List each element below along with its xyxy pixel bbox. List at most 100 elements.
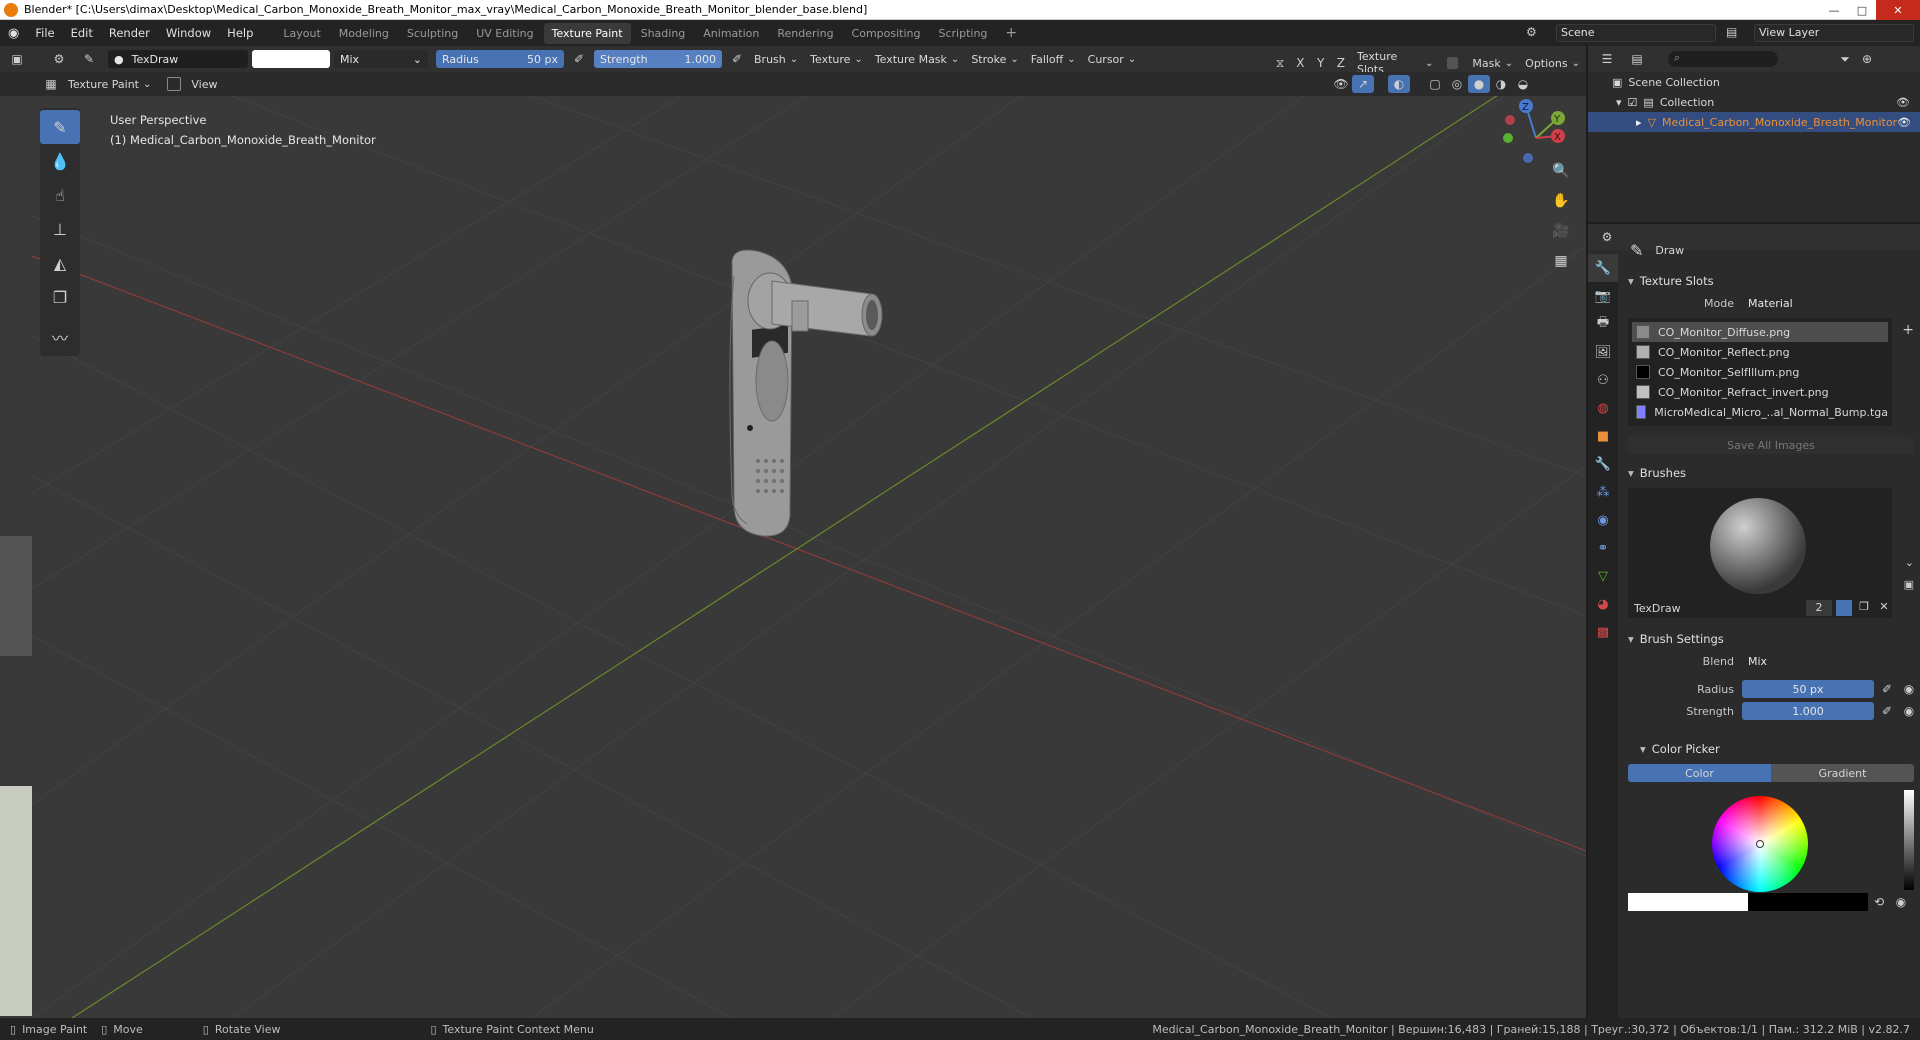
strength-unit-icon[interactable]: ◉ bbox=[1898, 702, 1920, 720]
minimize-button[interactable]: — bbox=[1820, 0, 1848, 20]
new-collection-icon[interactable]: ⊕ bbox=[1856, 50, 1878, 68]
scene-selector[interactable]: Scene bbox=[1556, 24, 1716, 42]
texture-mask-menu[interactable]: Texture Mask bbox=[869, 53, 966, 66]
data-tab-icon[interactable]: ▽ bbox=[1588, 562, 1618, 590]
blend-select[interactable]: Mix bbox=[1742, 652, 1914, 670]
texture-menu[interactable]: Texture bbox=[804, 53, 869, 66]
wireframe-shading-icon[interactable]: ◎ bbox=[1446, 75, 1468, 93]
radius-pressure-icon[interactable]: ✐ bbox=[568, 50, 590, 68]
brush-preview-box[interactable]: TexDraw 2 ❐ ✕ bbox=[1628, 488, 1892, 618]
tab-shading[interactable]: Shading bbox=[633, 23, 694, 44]
tab-sculpting[interactable]: Sculpting bbox=[399, 23, 466, 44]
rendered-shading-icon[interactable]: ◒ bbox=[1512, 75, 1534, 93]
maximize-button[interactable]: □ bbox=[1848, 0, 1876, 20]
filter-icon[interactable]: ⏷ bbox=[1834, 50, 1856, 68]
duplicate-brush-icon[interactable]: ❐ bbox=[1856, 600, 1872, 616]
tab-rendering[interactable]: Rendering bbox=[769, 23, 841, 44]
texture-slot[interactable]: CO_Monitor_Refract_invert.png bbox=[1632, 382, 1888, 402]
scene-tab-icon[interactable]: ⚇ bbox=[1588, 366, 1618, 394]
view-layer-icon[interactable]: ▤ bbox=[1726, 25, 1737, 39]
secondary-color-swatch[interactable] bbox=[1748, 893, 1868, 911]
blender-menu-icon[interactable]: ◉ bbox=[0, 26, 27, 41]
strength-slider[interactable]: Strength 1.000 bbox=[594, 50, 722, 68]
3d-viewport[interactable]: Z Y X 🔍 ✋ 🎥 ▦ bbox=[32, 96, 1586, 1018]
axis-x-toggle[interactable]: X bbox=[1290, 54, 1310, 72]
axis-z-toggle[interactable]: Z bbox=[1331, 54, 1351, 72]
menu-window[interactable]: Window bbox=[158, 26, 219, 40]
brush-name-field[interactable]: TexDraw bbox=[1634, 602, 1681, 615]
brush-dropdown-icon[interactable]: ⌄ bbox=[1905, 556, 1914, 569]
material-shading-icon[interactable]: ◑ bbox=[1490, 75, 1512, 93]
physics-tab-icon[interactable]: ◉ bbox=[1588, 506, 1618, 534]
object-row[interactable]: ▸ ▽ Medical_Carbon_Monoxide_Breath_Monit… bbox=[1588, 112, 1920, 132]
xray-icon[interactable]: ▢ bbox=[1424, 75, 1446, 93]
draw-brush-tool-icon[interactable]: ✎ bbox=[40, 110, 80, 144]
mode-selector[interactable]: Texture Paint bbox=[62, 78, 157, 91]
material-tab-icon[interactable]: ◕ bbox=[1588, 590, 1618, 618]
soften-tool-icon[interactable]: 💧 bbox=[40, 144, 80, 178]
tab-texture-paint[interactable]: Texture Paint bbox=[543, 22, 631, 44]
outliner-editor-icon[interactable]: ☰ bbox=[1596, 50, 1618, 68]
value-slider[interactable] bbox=[1904, 790, 1914, 890]
mask-tool-icon[interactable]: ❐ bbox=[40, 280, 80, 314]
tab-modeling[interactable]: Modeling bbox=[331, 23, 397, 44]
texture-slots-header[interactable]: Texture Slots bbox=[1622, 270, 1920, 292]
texture-slot[interactable]: CO_Monitor_Reflect.png bbox=[1632, 342, 1888, 362]
render-tab-icon[interactable]: 📷 bbox=[1588, 282, 1618, 310]
tab-layout[interactable]: Layout bbox=[275, 23, 328, 44]
falloff-menu[interactable]: Falloff bbox=[1025, 53, 1082, 66]
collection-row[interactable]: ▾ ☑ ▤ Collection 👁 bbox=[1588, 92, 1920, 112]
menu-file[interactable]: File bbox=[27, 26, 62, 40]
fake-user-shield-icon[interactable] bbox=[1836, 600, 1852, 616]
menu-help[interactable]: Help bbox=[219, 26, 261, 40]
view-layer-tab-icon[interactable]: 🖼 bbox=[1588, 338, 1618, 366]
expand-arrow-icon[interactable]: ▾ bbox=[1616, 96, 1622, 109]
strength-pressure-icon[interactable]: ✐ bbox=[1876, 702, 1898, 720]
scene-icon[interactable]: ⚙ bbox=[1526, 25, 1537, 39]
texture-slot[interactable]: CO_Monitor_Diffuse.png bbox=[1632, 322, 1888, 342]
fill-tool-icon[interactable]: ◭ bbox=[40, 246, 80, 280]
collection-checkbox-icon[interactable]: ☑ bbox=[1628, 96, 1638, 109]
tab-compositing[interactable]: Compositing bbox=[844, 23, 929, 44]
display-mode-icon[interactable]: ▤ bbox=[1626, 50, 1648, 68]
close-button[interactable]: ✕ bbox=[1876, 0, 1920, 20]
tool-settings-icon[interactable]: ⚙ bbox=[48, 50, 70, 68]
camera-icon[interactable]: 🎥 bbox=[1548, 218, 1574, 244]
tool-tab-icon[interactable]: 🔧 bbox=[1588, 254, 1618, 282]
annotate-tool-icon[interactable]: 〰 bbox=[40, 320, 80, 354]
view-menu[interactable]: View bbox=[191, 78, 217, 91]
object-tab-icon[interactable]: ■ bbox=[1588, 422, 1618, 450]
color-cursor[interactable] bbox=[1756, 840, 1764, 848]
properties-editor-icon[interactable]: ⚙ bbox=[1596, 228, 1618, 246]
brush-icon[interactable]: ✎ bbox=[78, 50, 100, 68]
stroke-menu[interactable]: Stroke bbox=[965, 53, 1024, 66]
color-tab[interactable]: Color bbox=[1628, 764, 1771, 782]
grid-view-icon[interactable]: ▦ bbox=[1548, 248, 1574, 274]
unlink-brush-icon[interactable]: ✕ bbox=[1876, 600, 1892, 616]
primary-color-swatch[interactable] bbox=[1628, 893, 1748, 911]
pan-hand-icon[interactable]: ✋ bbox=[1548, 188, 1574, 214]
gradient-tab[interactable]: Gradient bbox=[1771, 764, 1914, 782]
menu-edit[interactable]: Edit bbox=[63, 26, 101, 40]
add-slot-icon[interactable]: + bbox=[1902, 322, 1914, 338]
output-tab-icon[interactable]: 🖶 bbox=[1588, 310, 1618, 338]
brush-image-icon[interactable]: ▣ bbox=[1904, 578, 1914, 591]
overlay-icon[interactable]: ◐ bbox=[1388, 75, 1410, 93]
brush-users-count[interactable]: 2 bbox=[1806, 600, 1832, 616]
color-unit-icon[interactable]: ◉ bbox=[1890, 893, 1912, 911]
particles-tab-icon[interactable]: ⁂ bbox=[1588, 478, 1618, 506]
color-picker-header[interactable]: Color Picker bbox=[1622, 738, 1920, 760]
color-wheel[interactable] bbox=[1712, 796, 1808, 892]
visibility-eye-icon[interactable]: 👁 bbox=[1897, 116, 1911, 129]
menu-render[interactable]: Render bbox=[101, 26, 158, 40]
scene-collection-row[interactable]: ▣ Scene Collection bbox=[1588, 72, 1920, 92]
radius-unit-icon[interactable]: ◉ bbox=[1898, 680, 1920, 698]
color-swatch[interactable] bbox=[252, 50, 330, 68]
view-layer-selector[interactable]: View Layer bbox=[1754, 24, 1914, 42]
axis-y-toggle[interactable]: Y bbox=[1311, 54, 1331, 72]
mask-checkbox[interactable] bbox=[1447, 57, 1459, 69]
blend-mode-select[interactable]: Mix ⌄ bbox=[334, 50, 428, 68]
tab-scripting[interactable]: Scripting bbox=[931, 23, 996, 44]
radius-pressure-icon[interactable]: ✐ bbox=[1876, 680, 1898, 698]
brush-settings-header[interactable]: Brush Settings bbox=[1622, 628, 1920, 650]
